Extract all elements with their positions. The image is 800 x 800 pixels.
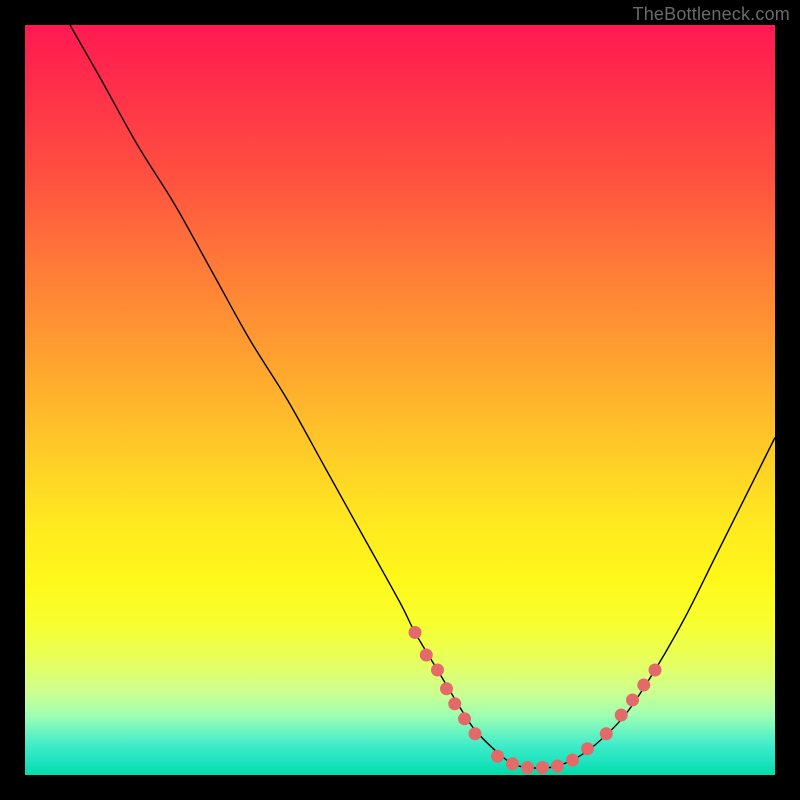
curve-marker	[458, 712, 471, 725]
curve-marker	[551, 760, 564, 773]
curve-marker	[637, 679, 650, 692]
chart-frame: TheBottleneck.com	[0, 0, 800, 800]
curve-markers	[409, 626, 662, 774]
curve-marker	[469, 727, 482, 740]
curve-marker	[491, 750, 504, 763]
curve-marker	[521, 761, 534, 774]
curve-marker	[649, 664, 662, 677]
curve-marker	[536, 761, 549, 774]
chart-svg	[25, 25, 775, 775]
curve-marker	[420, 649, 433, 662]
curve-marker	[448, 697, 461, 710]
curve-marker	[431, 664, 444, 677]
curve-marker	[581, 742, 594, 755]
curve-marker	[506, 757, 519, 770]
attribution-text: TheBottleneck.com	[633, 4, 790, 25]
curve-marker	[440, 682, 453, 695]
curve-marker	[566, 754, 579, 767]
curve-marker	[626, 694, 639, 707]
curve-marker	[409, 626, 422, 639]
curve-marker	[615, 709, 628, 722]
plot-area	[25, 25, 775, 775]
curve-marker	[600, 727, 613, 740]
